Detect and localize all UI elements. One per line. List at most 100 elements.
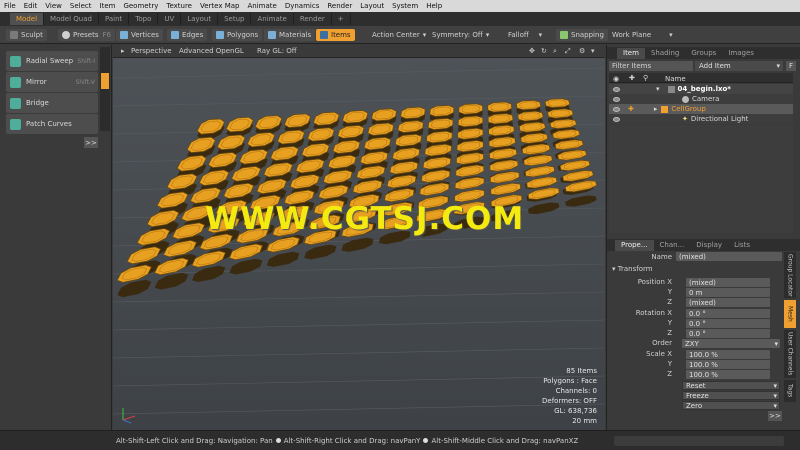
work-plane-dropdown[interactable]: Work Plane ▾: [608, 29, 677, 41]
radial-sweep-tool[interactable]: Radial Sweep Shift-I: [6, 51, 98, 71]
menu-help[interactable]: Help: [422, 2, 446, 10]
settings-gear-icon[interactable]: ⚙: [579, 47, 585, 55]
menu-dynamics[interactable]: Dynamics: [281, 2, 324, 10]
rotation-z-field[interactable]: 0.0 °: [686, 329, 770, 338]
tool-sidebar-tab[interactable]: [100, 47, 110, 131]
add-item-dropdown[interactable]: Add Item ▾: [695, 61, 783, 71]
menu-select[interactable]: Select: [66, 2, 96, 10]
side-tab-user-channels[interactable]: User Channels: [784, 330, 796, 378]
visibility-eye-icon[interactable]: [613, 96, 620, 102]
side-tab-tags[interactable]: Tags: [784, 380, 796, 402]
3d-viewport[interactable]: ▸ Perspective Advanced OpenGL Ray GL: Of…: [113, 45, 605, 430]
layout-tab-animate[interactable]: Animate: [251, 13, 294, 25]
tab-shading[interactable]: Shading: [645, 48, 685, 59]
side-tab-group-locator[interactable]: Group Locator: [784, 252, 796, 298]
more-properties-button[interactable]: >>: [768, 411, 782, 421]
hex-cell[interactable]: [116, 264, 152, 283]
menu-view[interactable]: View: [41, 2, 66, 10]
presets-button[interactable]: Presets F6: [58, 29, 115, 41]
tab-properties[interactable]: Prope...: [615, 239, 654, 251]
sculpt-button[interactable]: Sculpt: [6, 29, 47, 41]
tab-channels[interactable]: Chan...: [654, 240, 691, 251]
filter-options-button[interactable]: F: [786, 61, 796, 71]
tab-item-list[interactable]: Item: [617, 47, 645, 59]
raygl-toggle[interactable]: Ray GL: Off: [257, 47, 297, 55]
menu-system[interactable]: System: [388, 2, 422, 10]
materials-mode-button[interactable]: Materials: [264, 29, 316, 41]
menu-texture[interactable]: Texture: [162, 2, 196, 10]
layout-tab-uv[interactable]: UV: [158, 13, 182, 25]
command-input[interactable]: [614, 436, 784, 446]
visibility-eye-icon[interactable]: [613, 116, 620, 122]
viewport-scene[interactable]: [113, 58, 605, 430]
position-y-field[interactable]: 0 m: [686, 288, 770, 297]
polygons-mode-button[interactable]: Polygons: [212, 29, 263, 41]
menu-geometry[interactable]: Geometry: [119, 2, 162, 10]
snapping-button[interactable]: Snapping: [556, 29, 608, 41]
menu-animate[interactable]: Animate: [243, 2, 280, 10]
viewport-options-icon[interactable]: ▸: [121, 47, 125, 55]
menu-render[interactable]: Render: [323, 2, 356, 10]
lock-orange-icon[interactable]: ✚: [628, 105, 634, 113]
rotation-y-field[interactable]: 0.0 °: [686, 319, 770, 328]
patch-curves-tool[interactable]: Patch Curves: [6, 114, 98, 134]
layout-tab-layout[interactable]: Layout: [181, 13, 219, 25]
item-row-camera[interactable]: Camera: [609, 94, 793, 104]
zero-dropdown[interactable]: Zero ▾: [682, 401, 780, 410]
menu-layout[interactable]: Layout: [356, 2, 388, 10]
position-z-field[interactable]: (mixed): [686, 298, 770, 307]
action-center-dropdown[interactable]: Action Center ▾: [368, 29, 430, 41]
layout-tab-setup[interactable]: Setup: [218, 13, 252, 25]
symmetry-dropdown[interactable]: Symmetry: Off ▾: [428, 29, 493, 41]
layout-tab-add[interactable]: +: [332, 13, 351, 25]
freeze-dropdown[interactable]: Freeze ▾: [682, 391, 780, 400]
rotation-x-field[interactable]: 0.0 °: [686, 309, 770, 318]
dropdown-icon[interactable]: ▾: [591, 47, 595, 55]
mirror-tool[interactable]: Mirror Shift-V: [6, 72, 98, 92]
layout-tab-paint[interactable]: Paint: [99, 13, 130, 25]
hex-cell[interactable]: [527, 187, 560, 200]
position-x-field[interactable]: (mixed): [686, 278, 770, 287]
rotate-view-icon[interactable]: ↻: [541, 47, 547, 55]
filter-items-input[interactable]: Filter Items: [609, 61, 693, 71]
vertices-mode-button[interactable]: Vertices: [116, 29, 163, 41]
layout-tab-topo[interactable]: Topo: [129, 13, 159, 25]
item-row-scene[interactable]: ▾ 04_begin.lxo*: [609, 84, 793, 94]
menu-edit[interactable]: Edit: [20, 2, 42, 10]
items-mode-button[interactable]: Items: [316, 29, 355, 41]
tab-images[interactable]: Images: [722, 48, 760, 59]
edges-mode-button[interactable]: Edges: [167, 29, 208, 41]
item-row-cellgroup[interactable]: ✚ ▸ CellGroup: [609, 104, 793, 114]
maximize-icon[interactable]: ⤢: [565, 47, 571, 56]
item-row-directional-light[interactable]: ✦ Directional Light: [609, 114, 793, 124]
side-tab-mesh[interactable]: Mesh: [784, 300, 796, 328]
visibility-eye-icon[interactable]: [613, 86, 620, 92]
shading-dropdown[interactable]: Advanced OpenGL: [179, 47, 244, 55]
menu-item[interactable]: Item: [96, 2, 120, 10]
reset-dropdown[interactable]: Reset ▾: [682, 381, 780, 390]
menu-file[interactable]: File: [0, 2, 20, 10]
transform-section-header[interactable]: ▾ Transform: [612, 265, 653, 273]
navigate-icon[interactable]: ✥: [529, 47, 535, 55]
falloff-dropdown[interactable]: Falloff ▾: [504, 29, 546, 41]
name-field[interactable]: (mixed): [676, 252, 782, 261]
scale-z-field[interactable]: 100.0 %: [686, 370, 770, 379]
menu-vertex-map[interactable]: Vertex Map: [196, 2, 244, 10]
expand-arrow-icon[interactable]: ▸: [654, 105, 658, 113]
order-dropdown[interactable]: ZXY ▾: [682, 339, 780, 348]
bridge-tool[interactable]: Bridge: [6, 93, 98, 113]
hex-cell[interactable]: [228, 243, 263, 261]
hex-cell[interactable]: [266, 236, 300, 253]
scale-y-field[interactable]: 100.0 %: [686, 360, 770, 369]
more-tools-button[interactable]: >>: [84, 137, 98, 148]
scale-x-field[interactable]: 100.0 %: [686, 350, 770, 359]
hex-cell[interactable]: [352, 179, 383, 194]
visibility-eye-icon[interactable]: [613, 106, 620, 112]
tab-lists[interactable]: Lists: [728, 240, 756, 251]
tab-groups[interactable]: Groups: [685, 48, 722, 59]
tab-display[interactable]: Display: [690, 240, 728, 251]
zoom-icon[interactable]: ⌕: [553, 47, 557, 56]
layout-tab-model-quad[interactable]: Model Quad: [44, 13, 99, 25]
collapse-arrow-icon[interactable]: ▾: [656, 85, 660, 93]
hex-cell[interactable]: [191, 250, 226, 268]
